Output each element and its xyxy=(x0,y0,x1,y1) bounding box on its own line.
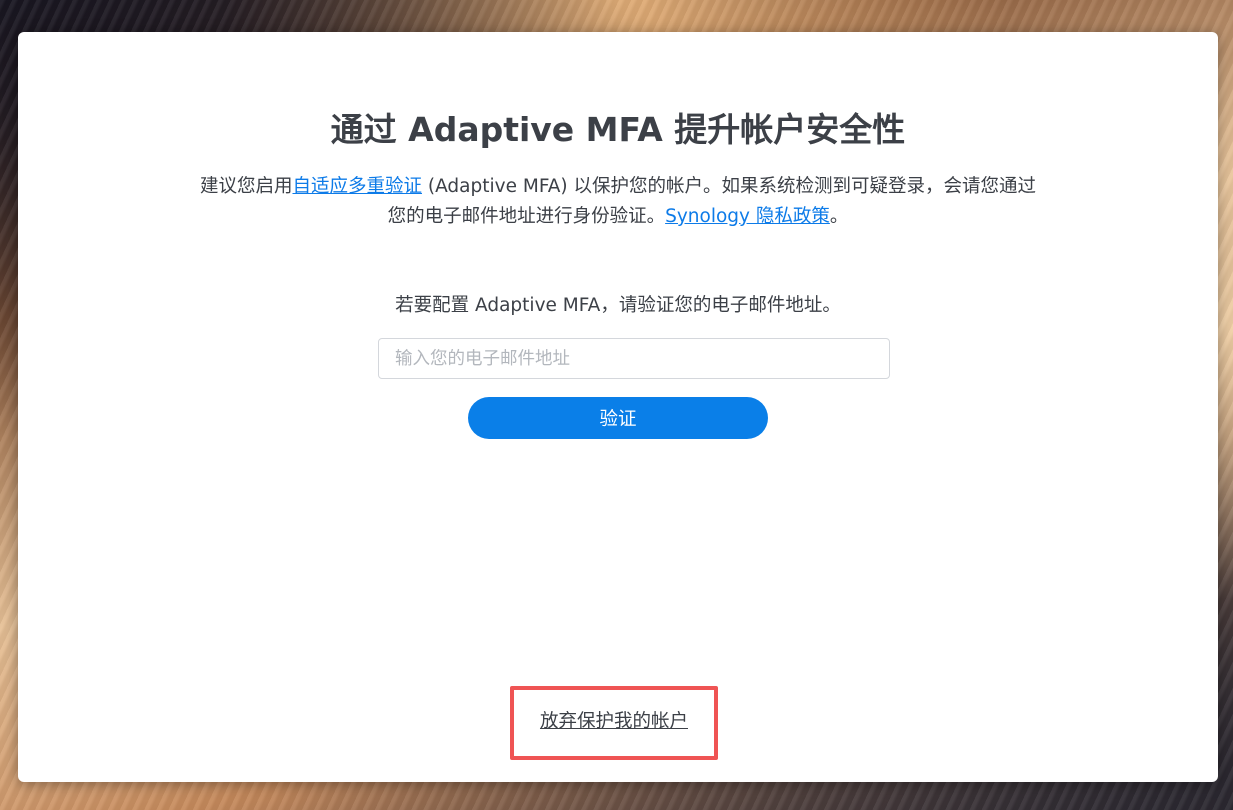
description-text-3: 您的电子邮件地址进行身份验证。 xyxy=(387,206,666,227)
description-text-1: 建议您启用 xyxy=(199,176,293,197)
abandon-protection-link[interactable]: 放弃保护我的帐户 xyxy=(514,690,714,756)
verify-email-prompt: 若要配置 Adaptive MFA，请验证您的电子邮件地址。 xyxy=(395,295,841,316)
description-text-4: 。 xyxy=(829,206,849,227)
verify-button[interactable]: 验证 xyxy=(468,397,768,439)
email-input[interactable] xyxy=(378,338,890,379)
adaptive-mfa-dialog: 通过 Adaptive MFA 提升帐户安全性 建议您启用自适应多重验证 (Ad… xyxy=(18,32,1218,782)
adaptive-mfa-link[interactable]: 自适应多重验证 xyxy=(292,176,422,197)
privacy-policy-link[interactable]: Synology 隐私政策 xyxy=(665,206,830,227)
dialog-title: 通过 Adaptive MFA 提升帐户安全性 xyxy=(330,110,906,149)
dialog-description: 建议您启用自适应多重验证 (Adaptive MFA) 以保护您的帐户。如果系统… xyxy=(168,172,1068,232)
description-text-2: (Adaptive MFA) 以保护您的帐户。如果系统检测到可疑登录，会请您通过 xyxy=(422,176,1037,197)
